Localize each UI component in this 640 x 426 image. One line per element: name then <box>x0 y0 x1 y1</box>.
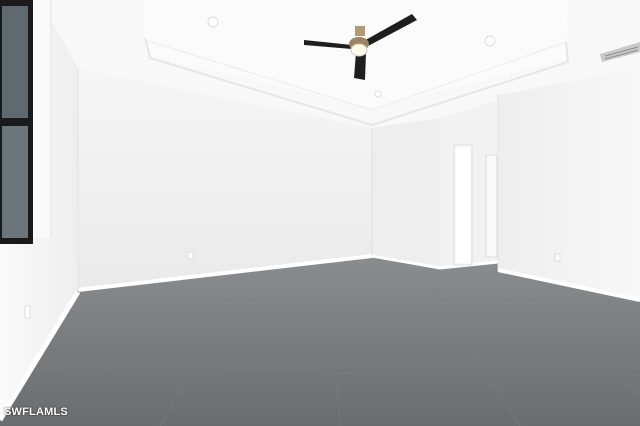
watermark: SWFLAMLS <box>4 406 68 418</box>
outlet-icon <box>187 251 194 260</box>
empty-room-photo: SWFLAMLS <box>0 0 640 426</box>
outlet-icon <box>24 305 31 319</box>
outlet-icon <box>554 253 561 262</box>
room-illustration <box>0 0 640 426</box>
alcove-wall <box>372 118 440 268</box>
window-icon <box>0 0 52 244</box>
right-wall <box>498 68 640 300</box>
